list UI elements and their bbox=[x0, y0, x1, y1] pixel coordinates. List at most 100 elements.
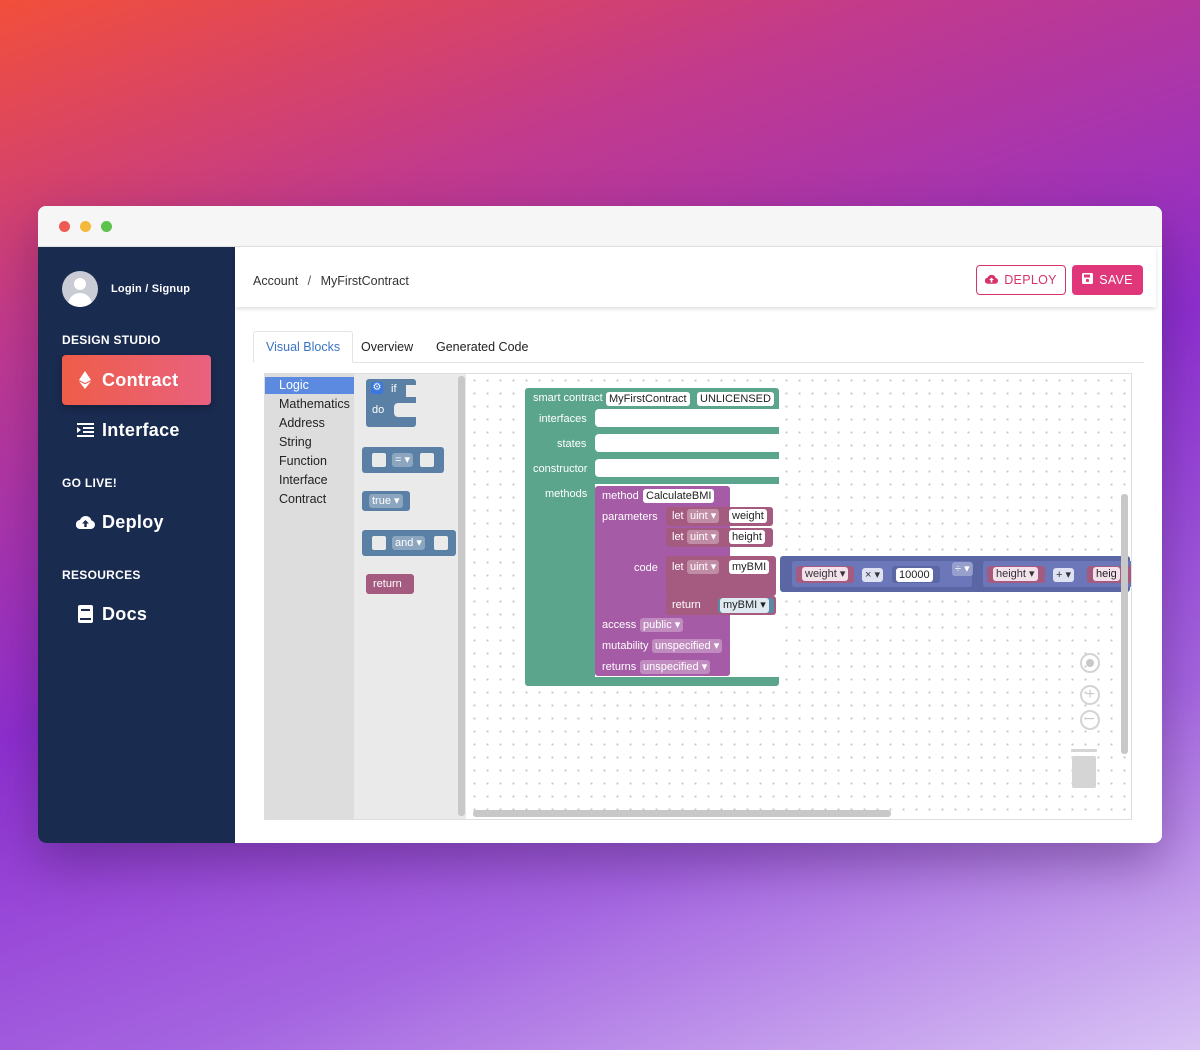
contract-name-field[interactable]: MyFirstContract bbox=[606, 392, 690, 406]
deploy-button-label: DEPLOY bbox=[1004, 273, 1057, 287]
canvas-horizontal-scrollbar[interactable] bbox=[473, 810, 891, 817]
multiply-block[interactable]: weight ▾ × ▾ 10000 bbox=[792, 561, 972, 587]
return-block[interactable]: return bbox=[366, 574, 414, 594]
let-mybmi-block[interactable]: let uint ▾ myBMI bbox=[666, 556, 776, 596]
parameter-name-field[interactable]: height bbox=[729, 530, 765, 544]
design-studio-heading: DESIGN STUDIO bbox=[62, 333, 161, 347]
variable-height-block[interactable]: height ▾ bbox=[987, 566, 1045, 583]
list-indent-icon bbox=[74, 422, 96, 438]
type-dropdown[interactable]: uint ▾ bbox=[687, 509, 720, 523]
operator-dropdown[interactable]: ÷ ▾ bbox=[952, 562, 973, 576]
login-signup-link[interactable]: Login / Signup bbox=[111, 283, 190, 295]
compare-operator-dropdown[interactable]: = ▾ bbox=[392, 453, 414, 467]
ethereum-icon bbox=[74, 371, 96, 389]
flyout-scrollbar[interactable] bbox=[458, 376, 465, 816]
smart-contract-label: smart contract bbox=[533, 392, 603, 404]
if-do-block[interactable]: ⚙ if do bbox=[366, 379, 416, 427]
sidebar-item-docs[interactable]: Docs bbox=[62, 589, 211, 639]
minimize-window-button[interactable] bbox=[80, 221, 91, 232]
breadcrumb-contract-name: MyFirstContract bbox=[320, 274, 409, 288]
tab-overview[interactable]: Overview bbox=[349, 331, 425, 363]
toolbox-category-function[interactable]: Function bbox=[265, 453, 354, 470]
variable-dropdown[interactable]: heig bbox=[1093, 567, 1120, 581]
compare-block[interactable]: = ▾ bbox=[362, 447, 444, 473]
toolbox-category-string[interactable]: String bbox=[265, 434, 354, 451]
main-area: Account / MyFirstContract DEPLOY SAVE Vi… bbox=[235, 247, 1162, 843]
number-block[interactable]: 10000 bbox=[892, 566, 940, 583]
add-block[interactable]: height ▾ + ▾ heig bbox=[983, 561, 1131, 587]
return-mybmi-block[interactable]: return myBMI ▾ bbox=[666, 596, 776, 615]
parameter-weight-block[interactable]: let uint ▾ weight bbox=[666, 507, 773, 526]
window-titlebar bbox=[38, 206, 1162, 247]
toolbox-category-mathematics[interactable]: Mathematics bbox=[265, 396, 354, 413]
toolbox-category-contract[interactable]: Contract bbox=[265, 491, 354, 508]
trash-icon[interactable] bbox=[1069, 747, 1099, 796]
number-field[interactable]: 10000 bbox=[896, 568, 933, 582]
return-label: return bbox=[672, 599, 701, 611]
returns-dropdown[interactable]: unspecified ▾ bbox=[640, 660, 711, 674]
deploy-button[interactable]: DEPLOY bbox=[976, 265, 1066, 295]
avatar[interactable] bbox=[62, 271, 98, 307]
operator-dropdown[interactable]: + ▾ bbox=[1053, 568, 1075, 582]
zoom-in-icon[interactable]: + bbox=[1080, 685, 1100, 705]
tab-visual-blocks[interactable]: Visual Blocks bbox=[253, 331, 354, 363]
method-name-field[interactable]: CalculateBMI bbox=[643, 489, 715, 503]
states-label: states bbox=[557, 438, 587, 450]
logic-and-block[interactable]: and ▾ bbox=[362, 530, 456, 556]
mutability-dropdown[interactable]: unspecified ▾ bbox=[652, 639, 723, 653]
type-dropdown[interactable]: uint ▾ bbox=[687, 560, 720, 574]
zoom-out-icon[interactable]: − bbox=[1080, 710, 1100, 730]
logic-operator-dropdown[interactable]: and ▾ bbox=[392, 536, 425, 550]
variable-weight-block[interactable]: weight ▾ bbox=[796, 566, 854, 583]
let-label: let bbox=[672, 531, 684, 543]
operator-dropdown[interactable]: × ▾ bbox=[862, 568, 884, 582]
top-bar: Account / MyFirstContract DEPLOY SAVE bbox=[235, 247, 1156, 307]
toolbox-category-address[interactable]: Address bbox=[265, 415, 354, 432]
breadcrumb: Account / MyFirstContract bbox=[253, 274, 409, 288]
method-label: method bbox=[602, 490, 639, 502]
editor-tabs: Visual Blocks Overview Generated Code bbox=[253, 331, 1144, 363]
sidebar-item-deploy[interactable]: Deploy bbox=[62, 497, 211, 547]
interfaces-label: interfaces bbox=[539, 413, 587, 425]
code-label: code bbox=[634, 562, 658, 574]
expression-block[interactable]: weight ▾ × ▾ 10000 ÷ ▾ height ▾ + ▾ heig bbox=[780, 556, 1131, 592]
parameter-height-block[interactable]: let uint ▾ height bbox=[666, 528, 773, 547]
tab-generated-code[interactable]: Generated Code bbox=[424, 331, 540, 363]
go-live-heading: GO LIVE! bbox=[62, 476, 118, 490]
boolean-block[interactable]: true ▾ bbox=[362, 491, 410, 511]
gear-icon[interactable]: ⚙ bbox=[371, 382, 383, 394]
variable-mybmi-block[interactable]: myBMI ▾ bbox=[718, 598, 774, 613]
variable-dropdown[interactable]: myBMI ▾ bbox=[720, 598, 769, 613]
parameter-name-field[interactable]: weight bbox=[729, 509, 767, 523]
returns-label: returns bbox=[602, 661, 637, 673]
variable-dropdown[interactable]: height ▾ bbox=[993, 567, 1038, 581]
variable-name-field[interactable]: myBMI bbox=[729, 560, 770, 574]
breadcrumb-account[interactable]: Account bbox=[253, 274, 298, 288]
variable-dropdown[interactable]: weight ▾ bbox=[802, 567, 849, 581]
let-label: let bbox=[672, 510, 684, 522]
block-canvas[interactable]: smart contract MyFirstContract UNLICENSE… bbox=[468, 374, 1131, 819]
maximize-window-button[interactable] bbox=[101, 221, 112, 232]
license-field[interactable]: UNLICENSED bbox=[697, 392, 774, 406]
toolbox-category-interface[interactable]: Interface bbox=[265, 472, 354, 489]
save-button[interactable]: SAVE bbox=[1072, 265, 1143, 295]
breadcrumb-separator: / bbox=[307, 274, 312, 288]
return-label: return bbox=[373, 578, 402, 590]
constructor-label: constructor bbox=[533, 463, 588, 475]
sidebar-item-label: Docs bbox=[102, 603, 148, 624]
recenter-icon[interactable] bbox=[1080, 653, 1100, 673]
blocks-workspace[interactable]: Logic Mathematics Address String Functio… bbox=[264, 373, 1132, 820]
cloud-upload-icon bbox=[74, 515, 96, 529]
canvas-vertical-scrollbar[interactable] bbox=[1121, 494, 1128, 754]
type-dropdown[interactable]: uint ▾ bbox=[687, 530, 720, 544]
sidebar-item-label: Deploy bbox=[102, 511, 164, 532]
mutability-label: mutability bbox=[602, 640, 649, 652]
access-dropdown[interactable]: public ▾ bbox=[640, 618, 684, 632]
sidebar-item-interface[interactable]: Interface bbox=[62, 405, 211, 455]
sidebar-item-contract[interactable]: Contract bbox=[62, 355, 211, 405]
block-flyout: ⚙ if do = ▾ true ▾ and ▾ return bbox=[354, 374, 466, 819]
close-window-button[interactable] bbox=[59, 221, 70, 232]
sidebar-item-label: Interface bbox=[102, 419, 180, 440]
toolbox-category-logic[interactable]: Logic bbox=[265, 377, 354, 394]
boolean-value-dropdown[interactable]: true ▾ bbox=[369, 494, 403, 508]
